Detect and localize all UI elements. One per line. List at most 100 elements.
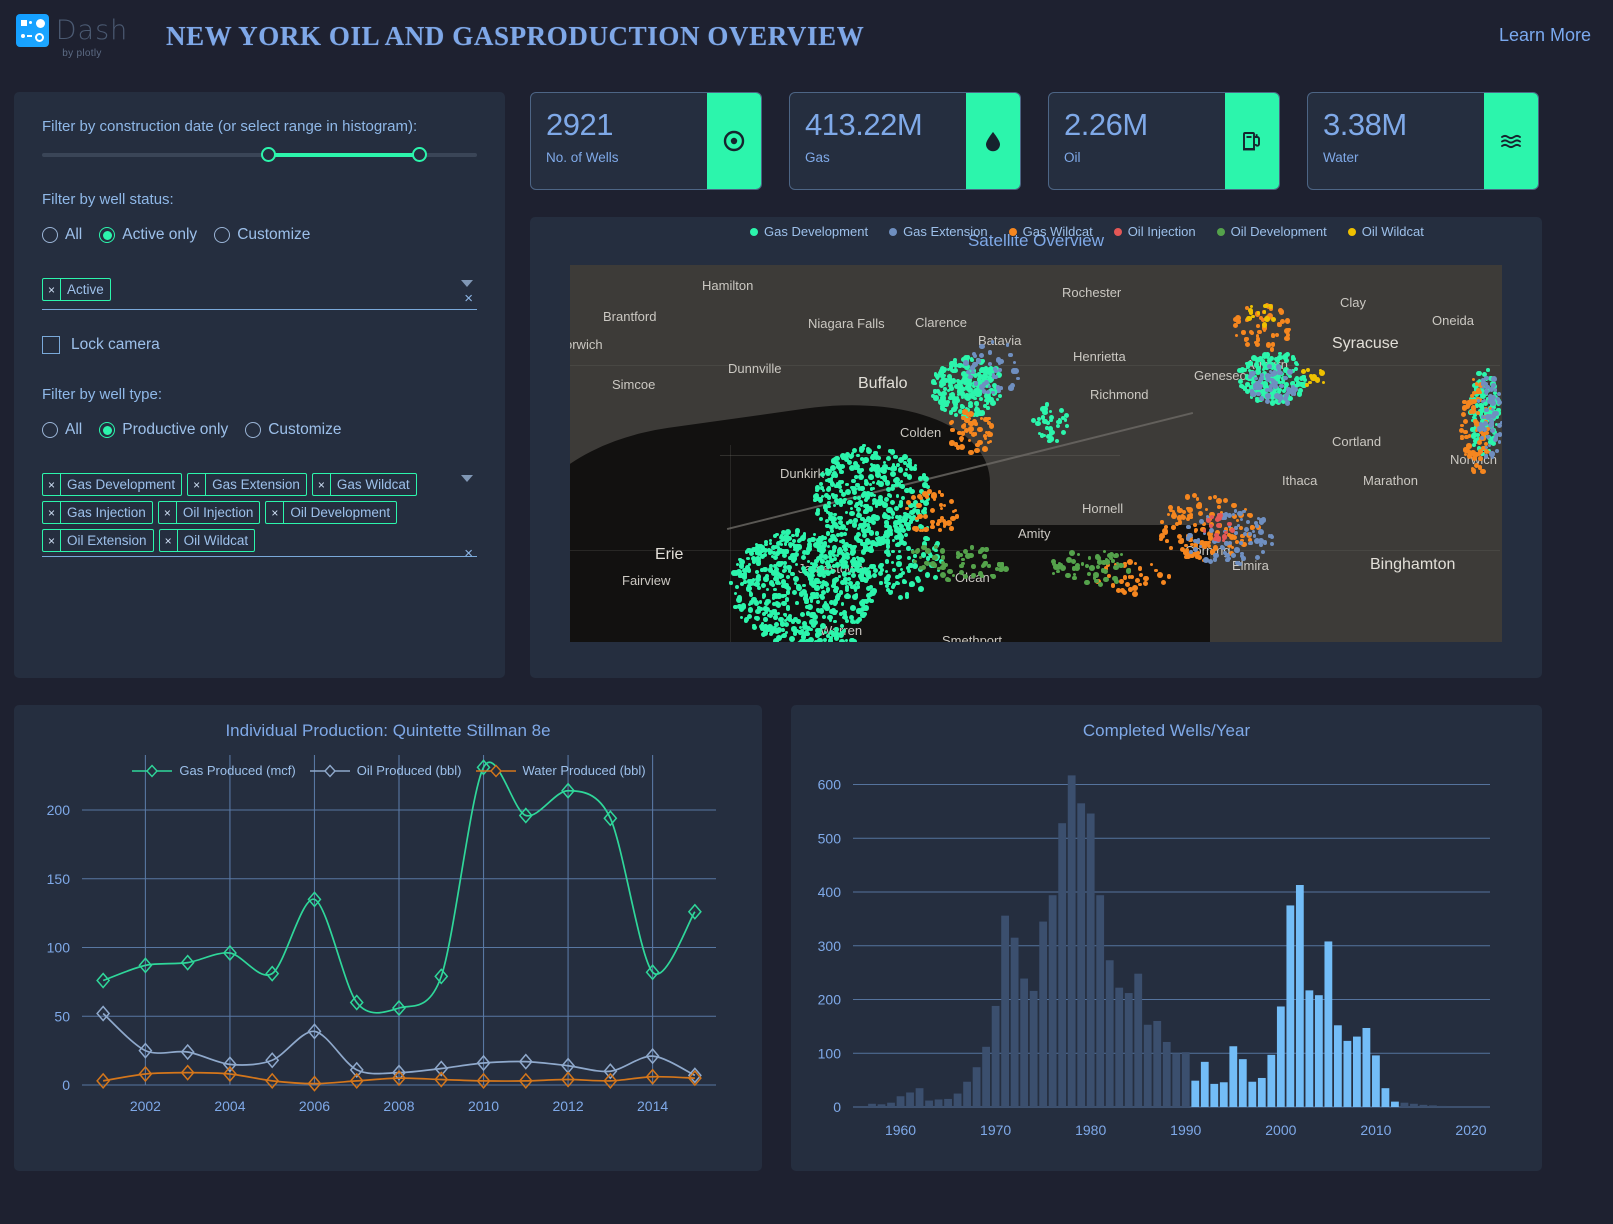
chip-remove-icon[interactable]: ×: [43, 474, 61, 495]
histogram-bar[interactable]: [935, 1099, 943, 1107]
histogram-bar[interactable]: [1277, 1006, 1285, 1107]
well-type-multiselect[interactable]: ×Gas Development×Gas Extension×Gas Wildc…: [42, 473, 477, 557]
histogram-bar[interactable]: [1210, 1084, 1218, 1107]
chip-remove-icon[interactable]: ×: [266, 502, 284, 523]
histogram-bar[interactable]: [1144, 1025, 1152, 1107]
histogram-bar[interactable]: [1011, 938, 1019, 1107]
clear-all-icon[interactable]: ×: [464, 290, 473, 307]
histogram-bar[interactable]: [1106, 960, 1114, 1107]
chip-oil-wildcat[interactable]: ×Oil Wildcat: [159, 529, 256, 552]
chip-remove-icon[interactable]: ×: [160, 530, 178, 551]
histogram-bar[interactable]: [1058, 823, 1066, 1107]
histogram-bar[interactable]: [1068, 775, 1076, 1107]
histogram-bar[interactable]: [1286, 905, 1294, 1107]
histogram-bar[interactable]: [1305, 990, 1313, 1107]
individual-production-chart[interactable]: 2002200420062008201020122014050100150200: [14, 741, 762, 1131]
chip-remove-icon[interactable]: ×: [43, 502, 61, 523]
chip-gas-extension[interactable]: ×Gas Extension: [187, 473, 307, 496]
chip-gas-development[interactable]: ×Gas Development: [42, 473, 182, 496]
learn-more-link[interactable]: Learn More: [1499, 25, 1591, 46]
chip-remove-icon[interactable]: ×: [313, 474, 331, 495]
chip-oil-extension[interactable]: ×Oil Extension: [42, 529, 154, 552]
histogram-bar[interactable]: [887, 1103, 895, 1107]
histogram-bar[interactable]: [1077, 803, 1085, 1107]
histogram-bar[interactable]: [1191, 1081, 1199, 1107]
histogram-bar[interactable]: [982, 1047, 990, 1107]
histogram-bar[interactable]: [906, 1092, 914, 1107]
satellite-map[interactable]: HamiltonBrantfordNiagara FallsClarenceRo…: [570, 265, 1502, 642]
histogram-bar[interactable]: [1258, 1078, 1266, 1107]
chip-remove-icon[interactable]: ×: [43, 279, 61, 300]
radio-status-active-only[interactable]: Active only: [99, 226, 197, 244]
histogram-bar[interactable]: [944, 1099, 952, 1107]
histogram-bar[interactable]: [1087, 814, 1095, 1107]
histogram-bar[interactable]: [1248, 1082, 1256, 1107]
histogram-bar[interactable]: [1334, 1025, 1342, 1107]
radio-status-customize[interactable]: Customize: [214, 226, 310, 244]
histogram-bar[interactable]: [1020, 979, 1028, 1107]
legend-item-gas-development[interactable]: Gas Development: [750, 224, 868, 239]
chip-remove-icon[interactable]: ×: [159, 502, 177, 523]
histogram-bar[interactable]: [1239, 1059, 1247, 1107]
histogram-bar[interactable]: [878, 1104, 886, 1107]
histogram-bar[interactable]: [1420, 1105, 1428, 1107]
chip-remove-icon[interactable]: ×: [43, 530, 61, 551]
histogram-bar[interactable]: [1220, 1082, 1228, 1107]
chip-gas-injection[interactable]: ×Gas Injection: [42, 501, 153, 524]
histogram-bar[interactable]: [1172, 1053, 1180, 1107]
legend-item-water-produced-bbl[interactable]: Water Produced (bbl): [474, 763, 646, 778]
histogram-bar[interactable]: [1296, 885, 1304, 1107]
histogram-bar[interactable]: [1267, 1055, 1275, 1107]
histogram-bar[interactable]: [916, 1088, 924, 1107]
chip-oil-injection[interactable]: ×Oil Injection: [158, 501, 261, 524]
histogram-bar[interactable]: [1363, 1028, 1371, 1107]
histogram-bar[interactable]: [897, 1096, 905, 1107]
radio-type-productive-only[interactable]: Productive only: [99, 421, 228, 439]
radio-type-customize[interactable]: Customize: [245, 421, 341, 439]
histogram-bar[interactable]: [1182, 1052, 1190, 1107]
lock-camera-checkbox[interactable]: [42, 336, 60, 354]
histogram-bar[interactable]: [1001, 916, 1009, 1107]
chip-remove-icon[interactable]: ×: [188, 474, 206, 495]
legend-item-oil-produced-bbl[interactable]: Oil Produced (bbl): [308, 763, 462, 778]
legend-item-gas-extension[interactable]: Gas Extension: [889, 224, 988, 239]
individual-production-legend[interactable]: Gas Produced (mcf) Oil Produced (bbl) Wate…: [14, 763, 762, 778]
histogram-bar[interactable]: [1163, 1042, 1171, 1107]
well-status-multiselect[interactable]: × Active ×: [42, 278, 477, 310]
histogram-bar[interactable]: [1382, 1088, 1390, 1107]
histogram-bar[interactable]: [868, 1104, 876, 1107]
legend-item-gas-produced-mcf[interactable]: Gas Produced (mcf): [130, 763, 295, 778]
histogram-bar[interactable]: [1115, 988, 1123, 1107]
histogram-bar[interactable]: [1439, 1106, 1447, 1107]
histogram-bar[interactable]: [963, 1082, 971, 1107]
histogram-bar[interactable]: [925, 1101, 933, 1107]
histogram-bar[interactable]: [1030, 991, 1038, 1107]
legend-item-gas-wildcat[interactable]: Gas Wildcat: [1009, 224, 1093, 239]
histogram-bar[interactable]: [954, 1094, 962, 1107]
chip-oil-development[interactable]: ×Oil Development: [265, 501, 397, 524]
histogram-bar[interactable]: [1049, 895, 1057, 1107]
histogram-bar[interactable]: [1125, 993, 1133, 1107]
chip-gas-wildcat[interactable]: ×Gas Wildcat: [312, 473, 417, 496]
histogram-bar[interactable]: [1429, 1105, 1437, 1107]
chevron-down-icon[interactable]: [461, 280, 473, 287]
chevron-down-icon[interactable]: [461, 475, 473, 482]
histogram-bar[interactable]: [1353, 1037, 1361, 1107]
chip-active[interactable]: × Active: [42, 278, 111, 301]
histogram-bar[interactable]: [1229, 1046, 1237, 1107]
histogram-bar[interactable]: [1134, 974, 1142, 1107]
histogram-bar[interactable]: [1372, 1055, 1380, 1107]
radio-status-all[interactable]: All: [42, 226, 82, 244]
histogram-bar[interactable]: [1315, 995, 1323, 1107]
lock-camera-checkbox-row[interactable]: Lock camera: [42, 336, 477, 354]
legend-item-oil-injection[interactable]: Oil Injection: [1114, 224, 1196, 239]
histogram-bar[interactable]: [1039, 922, 1047, 1107]
slider-handle-min[interactable]: [261, 147, 276, 162]
histogram-bar[interactable]: [1153, 1021, 1161, 1107]
histogram-bar[interactable]: [1343, 1041, 1351, 1107]
histogram-bar[interactable]: [1410, 1104, 1418, 1107]
construction-date-range-slider[interactable]: [42, 153, 477, 157]
histogram-bar[interactable]: [1201, 1062, 1209, 1107]
clear-all-icon[interactable]: ×: [464, 545, 473, 562]
legend-item-oil-wildcat[interactable]: Oil Wildcat: [1348, 224, 1424, 239]
